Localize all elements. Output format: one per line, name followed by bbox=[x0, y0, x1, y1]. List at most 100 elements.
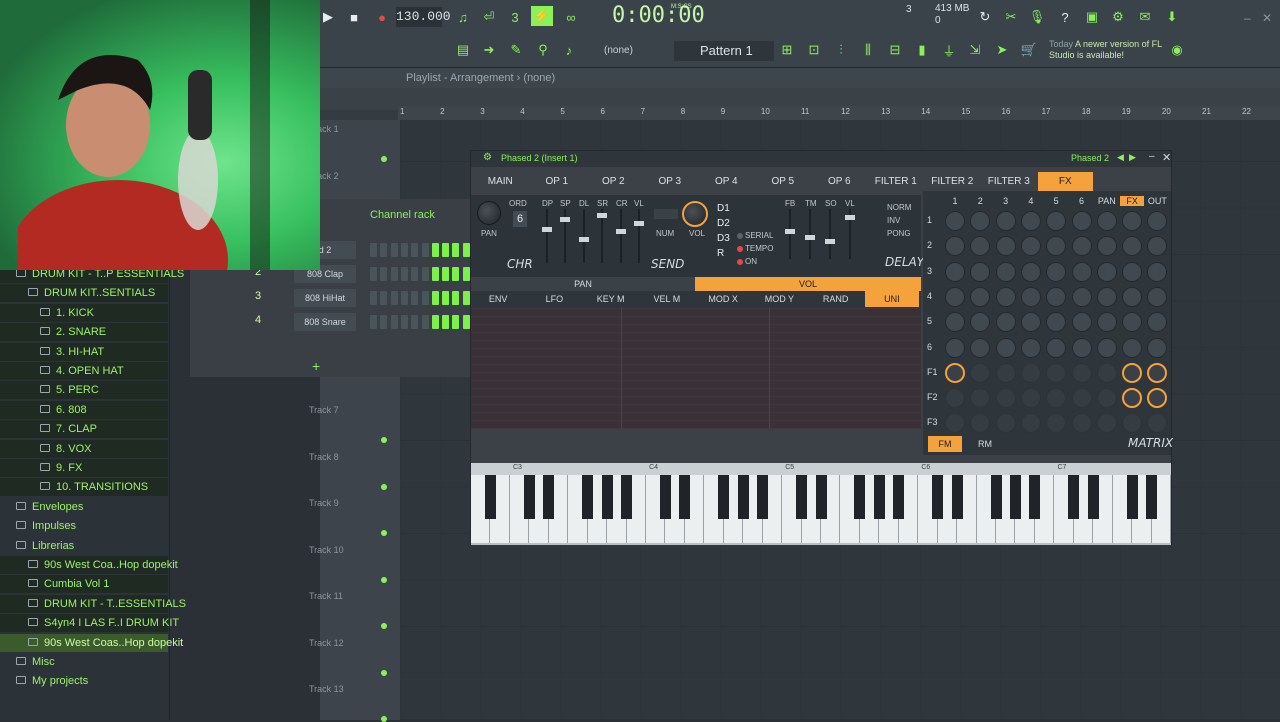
track-name[interactable]: Track 7 bbox=[309, 405, 389, 415]
slider-handle[interactable] bbox=[597, 213, 607, 218]
browser-item[interactable]: 8. VOX bbox=[0, 439, 168, 458]
mod-tab[interactable]: MOD Y bbox=[752, 291, 806, 307]
rm-button[interactable]: RM bbox=[968, 436, 1002, 452]
plugin-icon[interactable]: ⚙ bbox=[1107, 7, 1129, 27]
black-key[interactable] bbox=[1087, 475, 1099, 519]
matrix-knob[interactable] bbox=[1020, 362, 1041, 383]
slider-handle[interactable] bbox=[825, 239, 835, 244]
matrix-knob[interactable] bbox=[970, 362, 991, 383]
matrix-knob[interactable] bbox=[1046, 211, 1067, 231]
matrix-knob[interactable] bbox=[1122, 211, 1143, 231]
prev-preset-icon[interactable]: ◀ bbox=[1117, 152, 1124, 163]
step-button[interactable] bbox=[452, 243, 460, 257]
track-name[interactable]: Track 9 bbox=[309, 498, 389, 508]
vol-mod-tab[interactable]: VOL bbox=[695, 277, 921, 291]
matrix-knob[interactable] bbox=[970, 388, 991, 409]
black-key[interactable] bbox=[854, 475, 866, 519]
record-button[interactable]: ● bbox=[371, 7, 393, 27]
ord-value[interactable]: 6 bbox=[513, 211, 527, 227]
browser-item[interactable]: 7. CLAP bbox=[0, 420, 168, 439]
black-key[interactable] bbox=[873, 475, 885, 519]
matrix-knob[interactable] bbox=[945, 211, 965, 231]
matrix-knob[interactable] bbox=[1071, 337, 1092, 358]
step-button[interactable] bbox=[431, 243, 439, 257]
step-button[interactable] bbox=[431, 315, 439, 329]
plugin-tab[interactable]: MAIN bbox=[473, 172, 528, 192]
browser-icon[interactable]: ⊟ bbox=[884, 40, 906, 60]
track-name[interactable]: Track 2 bbox=[309, 171, 389, 181]
minimize-icon[interactable]: – bbox=[1244, 11, 1251, 25]
matrix-knob[interactable] bbox=[1122, 413, 1143, 434]
step-button[interactable] bbox=[462, 243, 470, 257]
black-key[interactable] bbox=[679, 475, 691, 519]
black-key[interactable] bbox=[523, 475, 535, 519]
mixer-icon[interactable]: ⫶ bbox=[830, 40, 852, 60]
browser-item[interactable]: 90s West Coa..Hop dopekit bbox=[0, 556, 178, 574]
delay-option-led[interactable] bbox=[737, 259, 743, 265]
matrix-knob[interactable] bbox=[1096, 261, 1117, 282]
black-key[interactable] bbox=[621, 475, 633, 519]
black-key[interactable] bbox=[601, 475, 613, 519]
step-button[interactable] bbox=[421, 291, 429, 305]
matrix-knob[interactable] bbox=[1071, 362, 1092, 383]
arrow-icon[interactable]: ➜ bbox=[478, 40, 500, 60]
browser-item[interactable]: Impulses bbox=[0, 517, 168, 535]
news-panel[interactable]: Today A newer version of FL Studio is av… bbox=[1049, 39, 1169, 61]
step-button[interactable] bbox=[421, 243, 429, 257]
matrix-knob[interactable] bbox=[1046, 413, 1067, 434]
matrix-knob[interactable] bbox=[1020, 286, 1041, 307]
bell-icon[interactable]: ♪ bbox=[558, 40, 580, 60]
cut-icon[interactable]: ✂ bbox=[1000, 7, 1022, 27]
black-key[interactable] bbox=[1029, 475, 1041, 519]
chorus-slider[interactable] bbox=[634, 209, 644, 263]
mod-tab[interactable]: UNI bbox=[864, 291, 919, 307]
step-button[interactable] bbox=[411, 243, 419, 257]
step-edit-icon[interactable]: ⚡ bbox=[531, 6, 553, 26]
matrix-knob[interactable] bbox=[1071, 388, 1092, 409]
track-led[interactable] bbox=[381, 530, 387, 536]
track-name[interactable]: Track 11 bbox=[309, 591, 389, 601]
matrix-knob[interactable] bbox=[1020, 312, 1041, 333]
add-channel-button[interactable]: + bbox=[312, 358, 320, 374]
chorus-slider[interactable] bbox=[579, 209, 589, 263]
track-name[interactable]: Track 8 bbox=[309, 452, 389, 462]
step-button[interactable] bbox=[411, 267, 419, 281]
matrix-knob[interactable] bbox=[1147, 413, 1168, 434]
black-key[interactable] bbox=[1009, 475, 1021, 519]
delay-line-button[interactable]: D3 bbox=[717, 233, 730, 244]
piano-roll-icon[interactable]: ⊡ bbox=[803, 40, 825, 60]
matrix-knob[interactable] bbox=[1071, 413, 1092, 434]
chorus-slider[interactable] bbox=[542, 209, 552, 263]
plugin-tab[interactable]: FILTER 2 bbox=[925, 172, 980, 192]
matrix-knob[interactable] bbox=[1122, 337, 1143, 358]
matrix-knob[interactable] bbox=[1046, 312, 1067, 333]
matrix-knob[interactable] bbox=[1147, 312, 1168, 333]
browser-item[interactable]: 10. TRANSITIONS bbox=[0, 478, 168, 497]
slider-handle[interactable] bbox=[616, 229, 626, 234]
wait-icon[interactable]: ⏎ bbox=[478, 7, 500, 27]
black-key[interactable] bbox=[796, 475, 808, 519]
black-key[interactable] bbox=[582, 475, 594, 519]
matrix-knob[interactable] bbox=[1096, 312, 1117, 333]
step-button[interactable] bbox=[400, 291, 408, 305]
black-key[interactable] bbox=[932, 475, 944, 519]
track-led[interactable] bbox=[381, 484, 387, 490]
save-icon[interactable]: ▣ bbox=[1081, 7, 1103, 27]
piano-keyboard[interactable]: C3 C4 C5 C6 C7 bbox=[471, 463, 1171, 545]
matrix-knob[interactable] bbox=[1020, 236, 1041, 257]
track-led[interactable] bbox=[381, 623, 387, 629]
matrix-knob[interactable] bbox=[1071, 312, 1092, 333]
matrix-knob[interactable] bbox=[1096, 286, 1117, 307]
mod-tab[interactable]: MOD X bbox=[696, 291, 750, 307]
browser-item[interactable]: DRUM KIT - T..ESSENTIALS bbox=[0, 594, 186, 613]
step-button[interactable] bbox=[400, 315, 408, 329]
matrix-knob[interactable] bbox=[995, 211, 1016, 231]
track-led[interactable] bbox=[381, 716, 387, 722]
delay-slider[interactable] bbox=[845, 209, 855, 259]
matrix-knob[interactable] bbox=[945, 236, 965, 257]
matrix-knob[interactable] bbox=[1122, 362, 1143, 383]
matrix-knob[interactable] bbox=[1071, 261, 1092, 282]
fm-button[interactable]: FM bbox=[928, 436, 962, 452]
black-key[interactable] bbox=[718, 475, 730, 519]
matrix-knob[interactable] bbox=[945, 413, 965, 434]
